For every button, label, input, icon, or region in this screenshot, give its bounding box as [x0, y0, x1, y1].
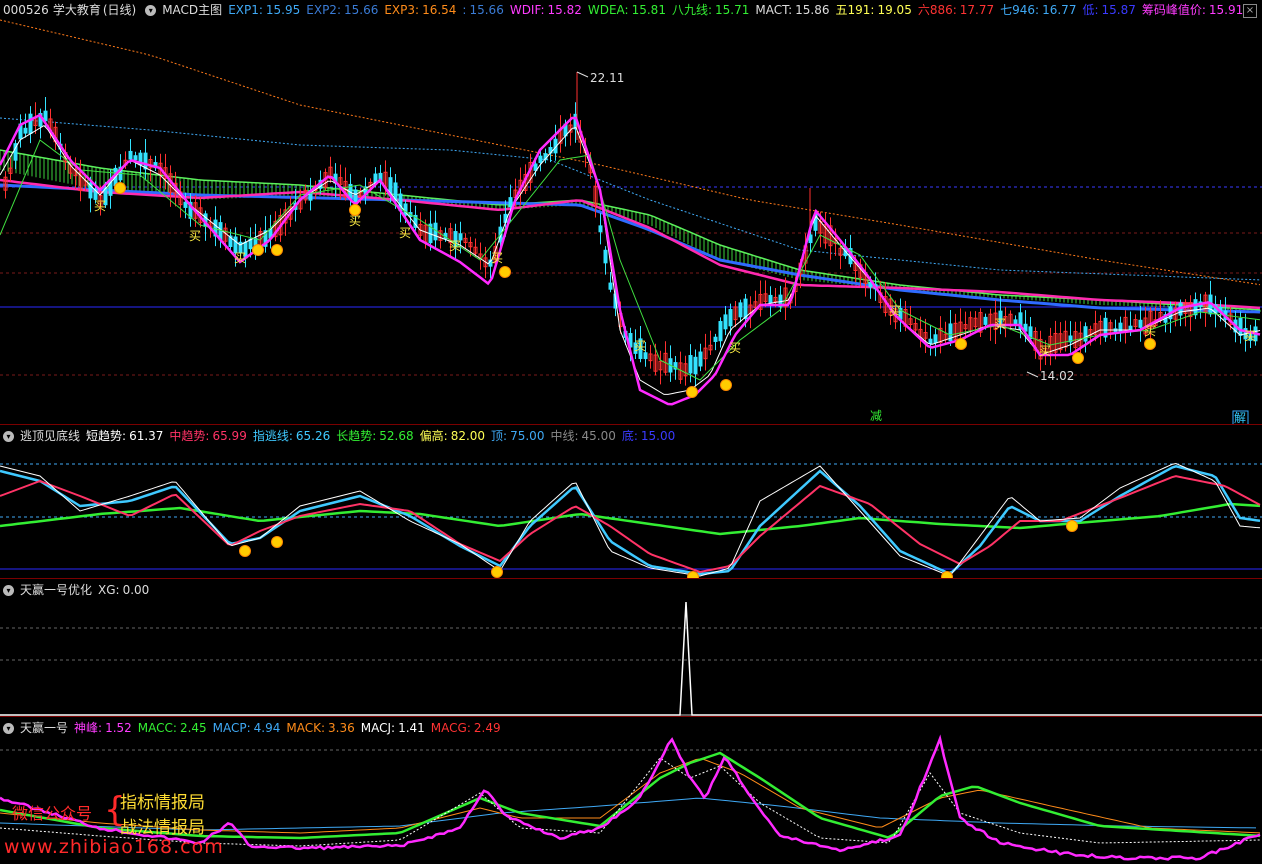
candle-down	[133, 155, 138, 161]
candle-down	[688, 355, 693, 374]
main-chart-pane[interactable]: 000526 学大教育 (日线) ▾ MACD主图 EXP1: 15.95 EXP2: 15.6…	[0, 0, 1262, 424]
candle-down	[143, 152, 148, 170]
candle-down	[43, 110, 48, 122]
buy-signal-ball	[349, 204, 361, 216]
buy-signal-ball	[1144, 338, 1156, 350]
buy-mark: 买	[1144, 324, 1156, 338]
tianying-pane[interactable]: ▾ 天赢一号 神峰: 1.52 MACC: 2.45 MACP: 4.94 MACK: 3.36 M…	[0, 718, 1262, 864]
buy-mark: 买	[1039, 344, 1051, 358]
buy-mark: 买	[349, 214, 361, 228]
buy-mark: 买	[491, 251, 503, 265]
buy-mark: 买	[729, 341, 741, 355]
candle-down	[728, 309, 733, 327]
candle-down	[1238, 318, 1243, 336]
candle-down	[1193, 299, 1198, 316]
buy-mark: 买	[889, 304, 901, 318]
buy-mark: 买	[94, 199, 106, 213]
buy-mark: 买	[1244, 329, 1256, 343]
candle-down	[608, 282, 613, 290]
candle-down	[598, 225, 603, 233]
buy-mark: 买	[234, 251, 246, 265]
candle-down	[183, 201, 188, 208]
watermark-url: www.zhibiao168.com	[4, 836, 224, 858]
candle-down	[1138, 319, 1143, 328]
candle-down	[718, 321, 723, 342]
candle-down	[603, 249, 608, 264]
candle-down	[698, 351, 703, 367]
buy-mark: 买	[399, 226, 411, 240]
release-mark: 解	[1234, 411, 1246, 424]
xg-signal-line	[0, 601, 1262, 716]
candle-down	[1083, 326, 1088, 342]
escape-signal-ball	[1066, 520, 1078, 532]
escape-signal-ball	[491, 566, 503, 578]
price-chart-canvas[interactable]: 买买买买买买买买 买买买买买 买22.1114.02减解	[0, 0, 1262, 424]
buy-signal-ball	[720, 379, 732, 391]
buy-signal-ball	[271, 244, 283, 256]
candle-down	[643, 352, 648, 360]
escape-chart-canvas[interactable]	[0, 426, 1262, 578]
buy-signal-ball	[252, 244, 264, 256]
cyan-ma-line	[0, 117, 1261, 281]
high-price-label: 22.11	[590, 71, 624, 85]
escape-signal-ball	[239, 545, 251, 557]
buy-signal-ball	[499, 266, 511, 278]
candle-down	[768, 294, 773, 304]
buy-mark: 买	[994, 317, 1006, 331]
low-price-label: 14.02	[1040, 369, 1074, 383]
buy-signal-ball	[955, 338, 967, 350]
candle-down	[713, 336, 718, 342]
candle-down	[23, 127, 28, 134]
high-pointer	[576, 71, 589, 78]
buy-signal-ball	[686, 386, 698, 398]
candle-down	[738, 302, 743, 318]
watermark-line1: 指标情报局	[120, 793, 205, 813]
tianying-opt-canvas[interactable]	[0, 580, 1262, 716]
candle-down	[128, 150, 133, 160]
buy-mark: 买	[449, 239, 461, 253]
buy-signal-ball	[1072, 352, 1084, 364]
candle-down	[28, 113, 33, 134]
candle-down	[808, 234, 813, 244]
candle-down	[508, 197, 513, 208]
buy-mark: 买	[189, 229, 201, 243]
candle-down	[928, 338, 933, 345]
watermark-left: 微信公众号	[12, 804, 93, 823]
tianying-opt-pane[interactable]: ▾ 天赢一号优化 XG: 0.00	[0, 580, 1262, 716]
escape-indicator-pane[interactable]: ▾ 逃顶见底线 短趋势: 61.37 中趋势: 65.99 指逃线: 65.26 长趋势: 52.…	[0, 426, 1262, 578]
buy-signal-ball	[114, 182, 126, 194]
candle-down	[983, 316, 988, 325]
magenta-support-line	[0, 178, 1261, 310]
watermark-line2: 战法情报局	[120, 818, 205, 838]
buy-mark: 买	[634, 339, 646, 353]
candle-down	[538, 155, 543, 164]
candle-down	[693, 356, 698, 375]
reduce-mark: 减	[870, 409, 882, 423]
escape-signal-ball	[271, 536, 283, 548]
candle-down	[723, 314, 728, 330]
orange-ma-line	[0, 19, 1261, 286]
candle-down	[933, 334, 938, 344]
